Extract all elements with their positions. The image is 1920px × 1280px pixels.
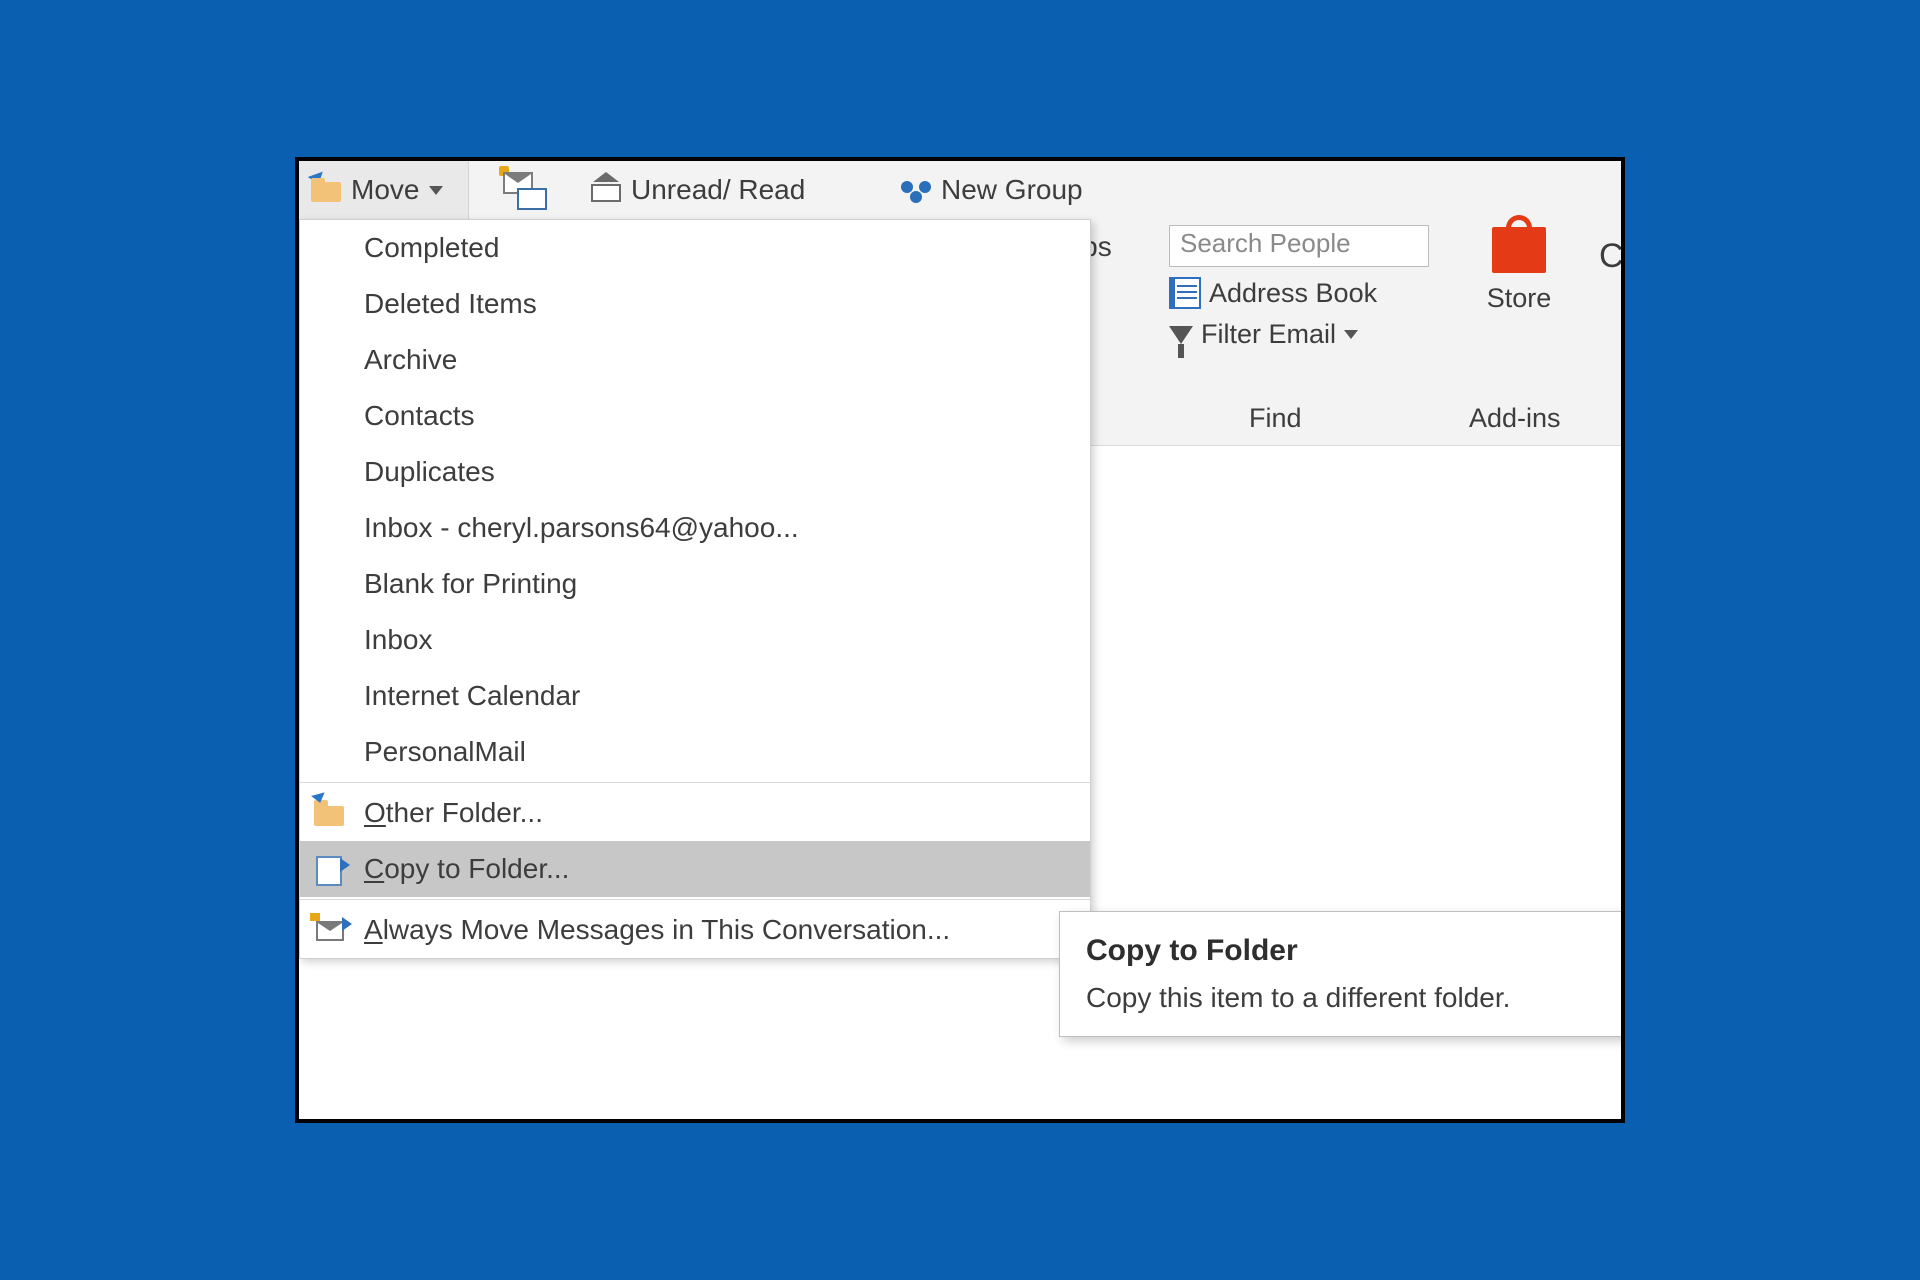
shopping-bag-icon	[1492, 227, 1546, 273]
always-move-icon	[314, 915, 348, 945]
address-book-icon	[1169, 277, 1201, 309]
envelope-open-icon	[591, 178, 621, 202]
dropdown-item[interactable]: Completed	[300, 220, 1090, 276]
ribbon-row-top: Move Unread/ Read New Group	[299, 161, 1621, 220]
rules-icon	[503, 172, 545, 208]
tooltip-description: Copy this item to a different folder.	[1086, 982, 1625, 1014]
dropdown-item[interactable]: Duplicates	[300, 444, 1090, 500]
unread-read-button[interactable]: Unread/ Read	[579, 161, 869, 219]
store-label: Store	[1459, 283, 1579, 314]
funnel-icon	[1169, 326, 1193, 344]
caret-down-icon	[1344, 330, 1358, 339]
always-move-item[interactable]: Always Move Messages in This Conversatio…	[300, 902, 1090, 958]
dropdown-item[interactable]: Internet Calendar	[300, 668, 1090, 724]
new-group-label: New Group	[941, 174, 1083, 206]
dropdown-item[interactable]: Deleted Items	[300, 276, 1090, 332]
dropdown-item[interactable]: Blank for Printing	[300, 556, 1090, 612]
search-people-input[interactable]: Search People	[1169, 225, 1429, 267]
filter-email-button[interactable]: Filter Email	[1169, 319, 1429, 350]
tooltip-title: Copy to Folder	[1086, 934, 1625, 968]
address-book-label: Address Book	[1209, 278, 1377, 309]
dropdown-item[interactable]: Inbox - cheryl.parsons64@yahoo...	[300, 500, 1090, 556]
dropdown-separator	[300, 899, 1090, 900]
new-group-button[interactable]: New Group	[889, 161, 1119, 219]
people-icon	[901, 177, 931, 203]
other-folder-item[interactable]: Other Folder...	[300, 785, 1090, 841]
rules-button[interactable]	[479, 161, 569, 219]
find-group: Search People Address Book Filter Email	[1169, 225, 1429, 350]
tooltip: Copy to Folder Copy this item to a diffe…	[1059, 911, 1625, 1037]
copy-to-folder-item[interactable]: Copy to Folder...	[300, 841, 1090, 897]
store-button[interactable]: Store	[1459, 227, 1579, 314]
address-book-button[interactable]: Address Book	[1169, 277, 1429, 309]
find-group-label: Find	[1249, 403, 1302, 434]
addins-group-label: Add-ins	[1469, 403, 1561, 434]
move-button[interactable]: Move	[299, 161, 469, 219]
dropdown-item[interactable]: Contacts	[300, 388, 1090, 444]
dropdown-item[interactable]: Inbox	[300, 612, 1090, 668]
copy-to-folder-icon	[314, 854, 348, 884]
cut-off-fragment: C	[1599, 237, 1624, 276]
outlook-window: Move Unread/ Read New Group oups Searc	[295, 157, 1625, 1123]
move-label: Move	[351, 174, 419, 206]
move-dropdown: Completed Deleted Items Archive Contacts…	[299, 219, 1091, 959]
folder-move-icon	[314, 798, 348, 828]
caret-down-icon	[429, 186, 443, 195]
unread-read-label: Unread/ Read	[631, 174, 805, 206]
filter-email-label: Filter Email	[1201, 319, 1336, 350]
dropdown-separator	[300, 782, 1090, 783]
dropdown-item[interactable]: Archive	[300, 332, 1090, 388]
dropdown-item[interactable]: PersonalMail	[300, 724, 1090, 780]
folder-move-icon	[311, 178, 341, 202]
